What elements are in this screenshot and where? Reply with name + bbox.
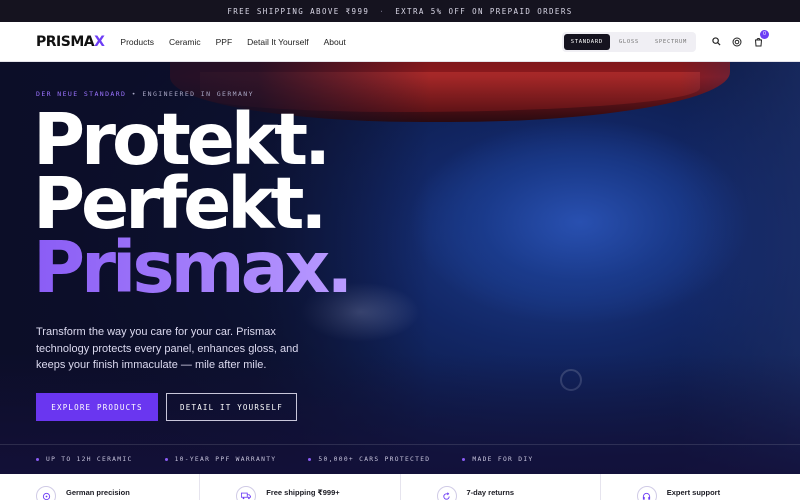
feature-title: Free shipping ₹999+	[266, 488, 340, 497]
eyebrow-separator: •	[131, 90, 137, 98]
theme-variant-switcher: STANDARD GLOSS SPECTRUM	[561, 31, 696, 52]
stat-ceramic: UP TO 12H CERAMIC	[46, 456, 133, 463]
return-icon	[436, 486, 457, 500]
stat-item: MADE FOR DIY	[462, 456, 533, 463]
announcement-separator: ·	[379, 6, 386, 16]
bullet-icon	[164, 458, 168, 461]
variant-standard[interactable]: STANDARD	[563, 33, 610, 50]
precision-icon	[36, 486, 56, 500]
stat-item: 50,000+ CARS PROTECTED	[308, 456, 430, 463]
hero-description: Transform the way you care for your car.…	[36, 326, 299, 371]
globe-icon[interactable]	[731, 36, 743, 48]
hero-section: DER NEUE STANDARD • ENGINEERED IN GERMAN…	[0, 62, 800, 474]
detail-it-yourself-button[interactable]: DETAIL IT YOURSELF	[166, 393, 297, 421]
hero-stats: UP TO 12H CERAMIC 10-YEAR PPF WARRANTY 5…	[0, 444, 800, 474]
feature-title: German precision	[66, 488, 130, 497]
search-icon[interactable]	[710, 36, 722, 48]
hero-eyebrow: DER NEUE STANDARD • ENGINEERED IN GERMAN…	[36, 90, 254, 98]
cart-count-badge: 0	[760, 29, 769, 39]
nav-link-ceramic[interactable]: Ceramic	[169, 37, 201, 47]
stat-diy: MADE FOR DIY	[472, 456, 534, 463]
support-icon	[636, 486, 657, 500]
bullet-icon	[462, 458, 466, 461]
variant-gloss[interactable]: GLOSS	[612, 34, 646, 50]
logo-wordmark: PRISMA	[36, 33, 95, 50]
announcement-prepaid: EXTRA 5% OFF ON PREPAID ORDERS	[395, 6, 573, 16]
nav-links: Products Ceramic PPF Detail It Yourself …	[120, 37, 345, 47]
top-nav: PRISMAX Products Ceramic PPF Detail It Y…	[0, 22, 800, 62]
nav-link-diy[interactable]: Detail It Yourself	[247, 37, 308, 47]
stat-cars: 50,000+ CARS PROTECTED	[318, 456, 431, 463]
nav-icons: 0	[710, 29, 769, 48]
nav-link-about[interactable]: About	[324, 37, 346, 47]
feature-title: 7-day returns	[466, 488, 515, 497]
variant-spectrum[interactable]: SPECTRUM	[648, 34, 694, 50]
feature-item: Free shipping ₹999+	[200, 474, 401, 500]
logo[interactable]: PRISMAX	[36, 33, 105, 50]
feature-item: Expert support	[601, 474, 800, 500]
announcement-shipping: FREE SHIPPING ABOVE ₹999	[227, 6, 370, 16]
hero-headline: Protekt. Perfekt. Prismax.	[33, 104, 353, 309]
eyebrow-origin: ENGINEERED IN GERMANY	[142, 90, 254, 98]
feature-strip: German precision Free shipping ₹999+ 7-d…	[0, 474, 800, 500]
stat-item: UP TO 12H CERAMIC	[36, 456, 133, 463]
feature-item: 7-day returns	[401, 474, 601, 500]
headline-line-3: Prismax.	[33, 226, 353, 309]
truck-icon	[236, 486, 257, 500]
feature-title: Expert support	[666, 488, 721, 497]
eyebrow-tagline: DER NEUE STANDARD	[36, 90, 127, 98]
feature-item: German precision	[0, 474, 201, 500]
cart-icon[interactable]: 0	[752, 29, 769, 48]
announcement-bar: FREE SHIPPING ABOVE ₹999 · EXTRA 5% OFF …	[0, 0, 800, 22]
explore-products-button[interactable]: EXPLORE PRODUCTS	[36, 393, 158, 421]
stat-warranty: 10-YEAR PPF WARRANTY	[174, 456, 277, 463]
logo-accent: X	[94, 33, 105, 50]
stat-item: 10-YEAR PPF WARRANTY	[164, 456, 277, 463]
bullet-icon	[36, 458, 39, 461]
nav-link-products[interactable]: Products	[120, 37, 154, 47]
nav-link-ppf[interactable]: PPF	[216, 37, 233, 47]
bullet-icon	[308, 458, 312, 461]
